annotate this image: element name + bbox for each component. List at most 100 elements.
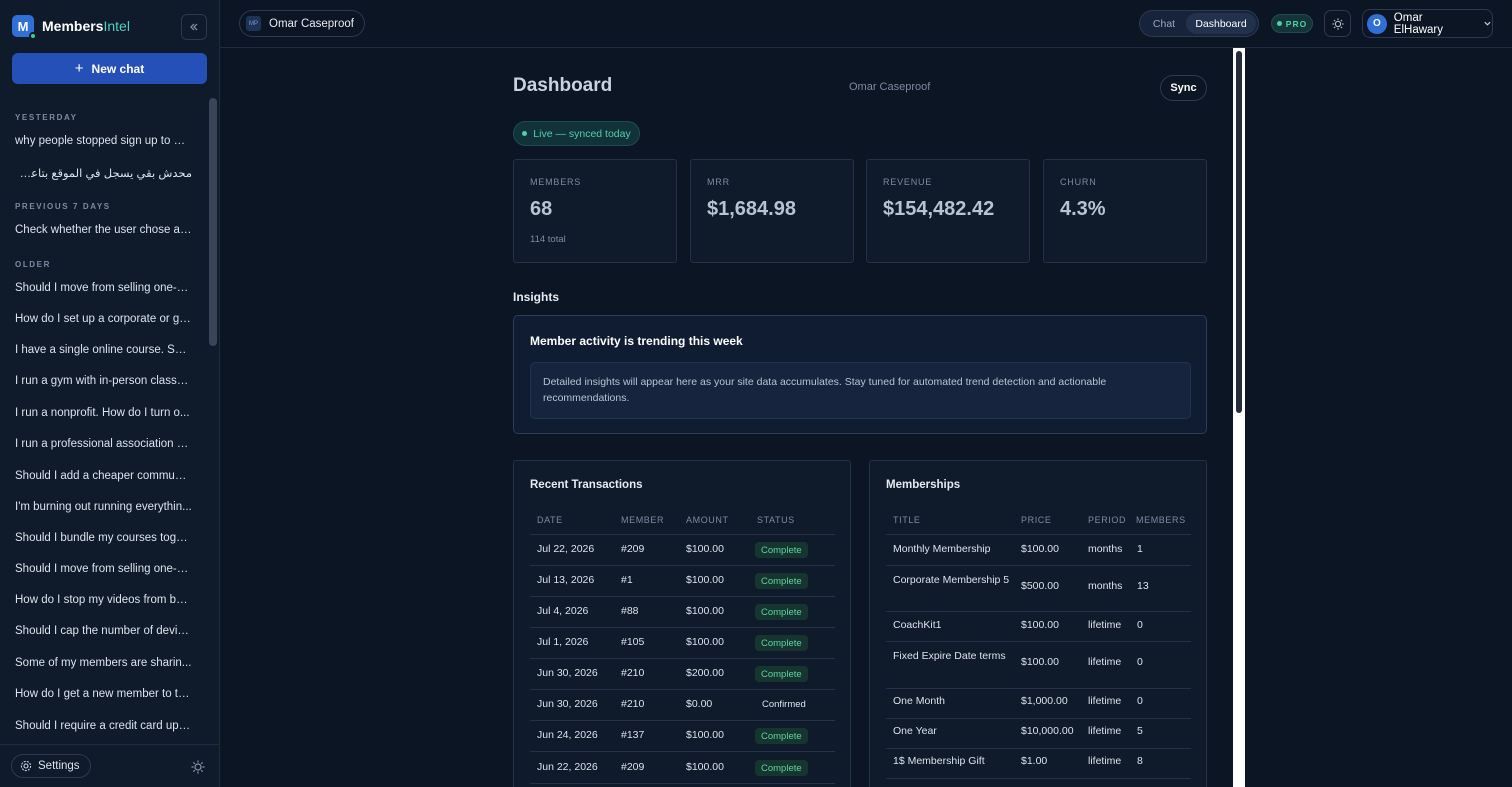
chat-history-item[interactable]: محدش بقي يسجل في الموقع بتاعي مش فاهم [15,166,192,180]
settings-label: Settings [38,760,80,772]
stat-value: $1,684.98 [707,198,796,220]
column-header: TITLE [893,515,921,525]
workspace-name: Omar Caseproof [269,17,355,30]
chat-history-item[interactable]: I have a single online course. Sho... [15,344,192,356]
transaction-member: #210 [621,667,645,679]
row-divider [530,689,835,690]
membership-price: $10,000.00 [1021,725,1074,737]
collapse-sidebar-button[interactable] [181,14,207,40]
stat-label: CHURN [1060,177,1097,187]
stat-card-churn: CHURN 4.3% [1043,159,1207,263]
chat-history-item[interactable]: Some of my members are sharin... [15,657,192,669]
tab-chat[interactable]: Chat [1142,13,1186,34]
row-divider [530,783,835,784]
transaction-member: #209 [621,543,645,555]
transaction-amount: $100.00 [686,729,724,741]
membership-period: lifetime [1088,695,1122,707]
transaction-amount: $100.00 [686,543,724,555]
transaction-member: #88 [621,605,639,617]
membership-title: Monthly Membership [893,543,991,555]
transaction-amount: $100.00 [686,636,724,648]
row-divider [530,658,835,659]
chat-history-item[interactable]: I run a gym with in-person classe... [15,375,192,387]
transaction-member: #210 [621,698,645,710]
row-divider [886,641,1191,642]
chat-history-item[interactable]: I run a nonprofit. How do I turn o... [15,407,192,419]
membership-period: lifetime [1088,725,1122,737]
brand-name: MembersIntel [42,18,130,34]
chat-history-item[interactable]: Should I cap the number of devic... [15,625,192,637]
chat-history-item[interactable]: Should I require a credit card up f... [15,720,192,732]
sun-icon [1331,17,1344,30]
membership-title: Fixed Expire Date terms [893,650,1006,662]
row-divider [886,778,1191,779]
transaction-member: #137 [621,729,645,741]
online-indicator [29,32,37,40]
membership-members: 13 [1137,580,1149,592]
transaction-member: #209 [621,761,645,773]
stat-value: 4.3% [1060,198,1106,220]
section-label-older: OLDER [15,260,51,269]
column-header: STATUS [757,515,795,525]
column-header: AMOUNT [686,515,729,525]
double-chevron-left-icon [190,23,198,31]
chat-history-item[interactable]: Should I bundle my courses toget... [15,532,192,544]
brand-name-main: Members [42,18,104,34]
sync-button[interactable]: Sync [1160,75,1207,101]
membership-members: 8 [1137,755,1143,767]
brand-logo-letter: M [17,18,29,34]
workspace-selector[interactable]: MP Omar Caseproof [239,10,366,37]
sun-icon[interactable] [190,759,206,775]
transaction-member: #105 [621,636,645,648]
membership-price: $100.00 [1021,619,1059,631]
membership-price: $100.00 [1021,656,1059,668]
main-scrollbar-thumb[interactable] [1236,51,1242,413]
plan-badge-label: PRO [1285,18,1308,29]
transaction-member: #1 [621,574,633,586]
transaction-date: Jul 1, 2026 [537,636,589,648]
stat-sub: 114 total [530,234,566,245]
chat-history-item[interactable]: Should I add a cheaper communi... [15,470,192,482]
membership-price: $500.00 [1021,580,1059,592]
brand[interactable]: M MembersIntel [12,15,130,40]
chat-history-item[interactable]: How do I set up a corporate or gr... [15,313,192,325]
new-chat-button[interactable]: + New chat [12,53,207,84]
stat-card-members: MEMBERS 68 114 total [513,159,677,263]
recent-transactions-panel: Recent Transactions DATE MEMBER AMOUNT S… [513,460,851,787]
row-divider [530,720,835,721]
insight-card: Member activity is trending this week De… [513,315,1207,434]
chat-history-item[interactable]: I run a professional association w... [15,438,192,450]
sidebar-scrollbar-thumb[interactable] [209,98,217,346]
chat-history-item[interactable]: How do I stop my videos from bei... [15,594,192,606]
tab-dashboard[interactable]: Dashboard [1186,13,1256,34]
view-switcher: Chat Dashboard [1139,10,1259,37]
panel-heading: Memberships [886,479,961,491]
section-label-previous-7-days: PREVIOUS 7 DAYS [15,202,111,211]
status-badge: Complete [755,666,808,682]
row-divider [886,688,1191,689]
status-badge: Complete [755,635,808,651]
chat-history-item[interactable]: How do I get a new member to th... [15,688,192,700]
chat-history-item[interactable]: Check whether the user chose a v... [15,224,192,236]
settings-button[interactable]: Settings [11,754,91,778]
stat-card-revenue: REVENUE $154,482.42 [866,159,1030,263]
chat-history-item[interactable]: Should I move from selling one-o... [15,563,192,575]
insights-heading: Insights [513,290,560,304]
transaction-amount: $100.00 [686,574,724,586]
status-badge: Complete [755,542,808,558]
chat-history-item[interactable]: why people stopped sign up to m... [15,135,192,147]
chat-history-item[interactable]: Should I move from selling one-o... [15,282,192,294]
row-divider [530,565,835,566]
section-label-yesterday: YESTERDAY [15,113,78,122]
row-divider [530,751,835,752]
stat-label: REVENUE [883,177,933,187]
chat-history-item[interactable]: I'm burning out running everythin... [15,501,192,513]
theme-toggle-button[interactable] [1324,10,1351,37]
column-header: PERIOD [1088,515,1127,525]
column-header: DATE [537,515,563,525]
user-menu-button[interactable]: O Omar ElHawary [1362,9,1493,38]
membership-title: One Year [893,725,937,737]
plus-icon: + [74,60,84,77]
brand-logo: M [12,15,37,40]
membership-title: CoachKit1 [893,619,942,631]
